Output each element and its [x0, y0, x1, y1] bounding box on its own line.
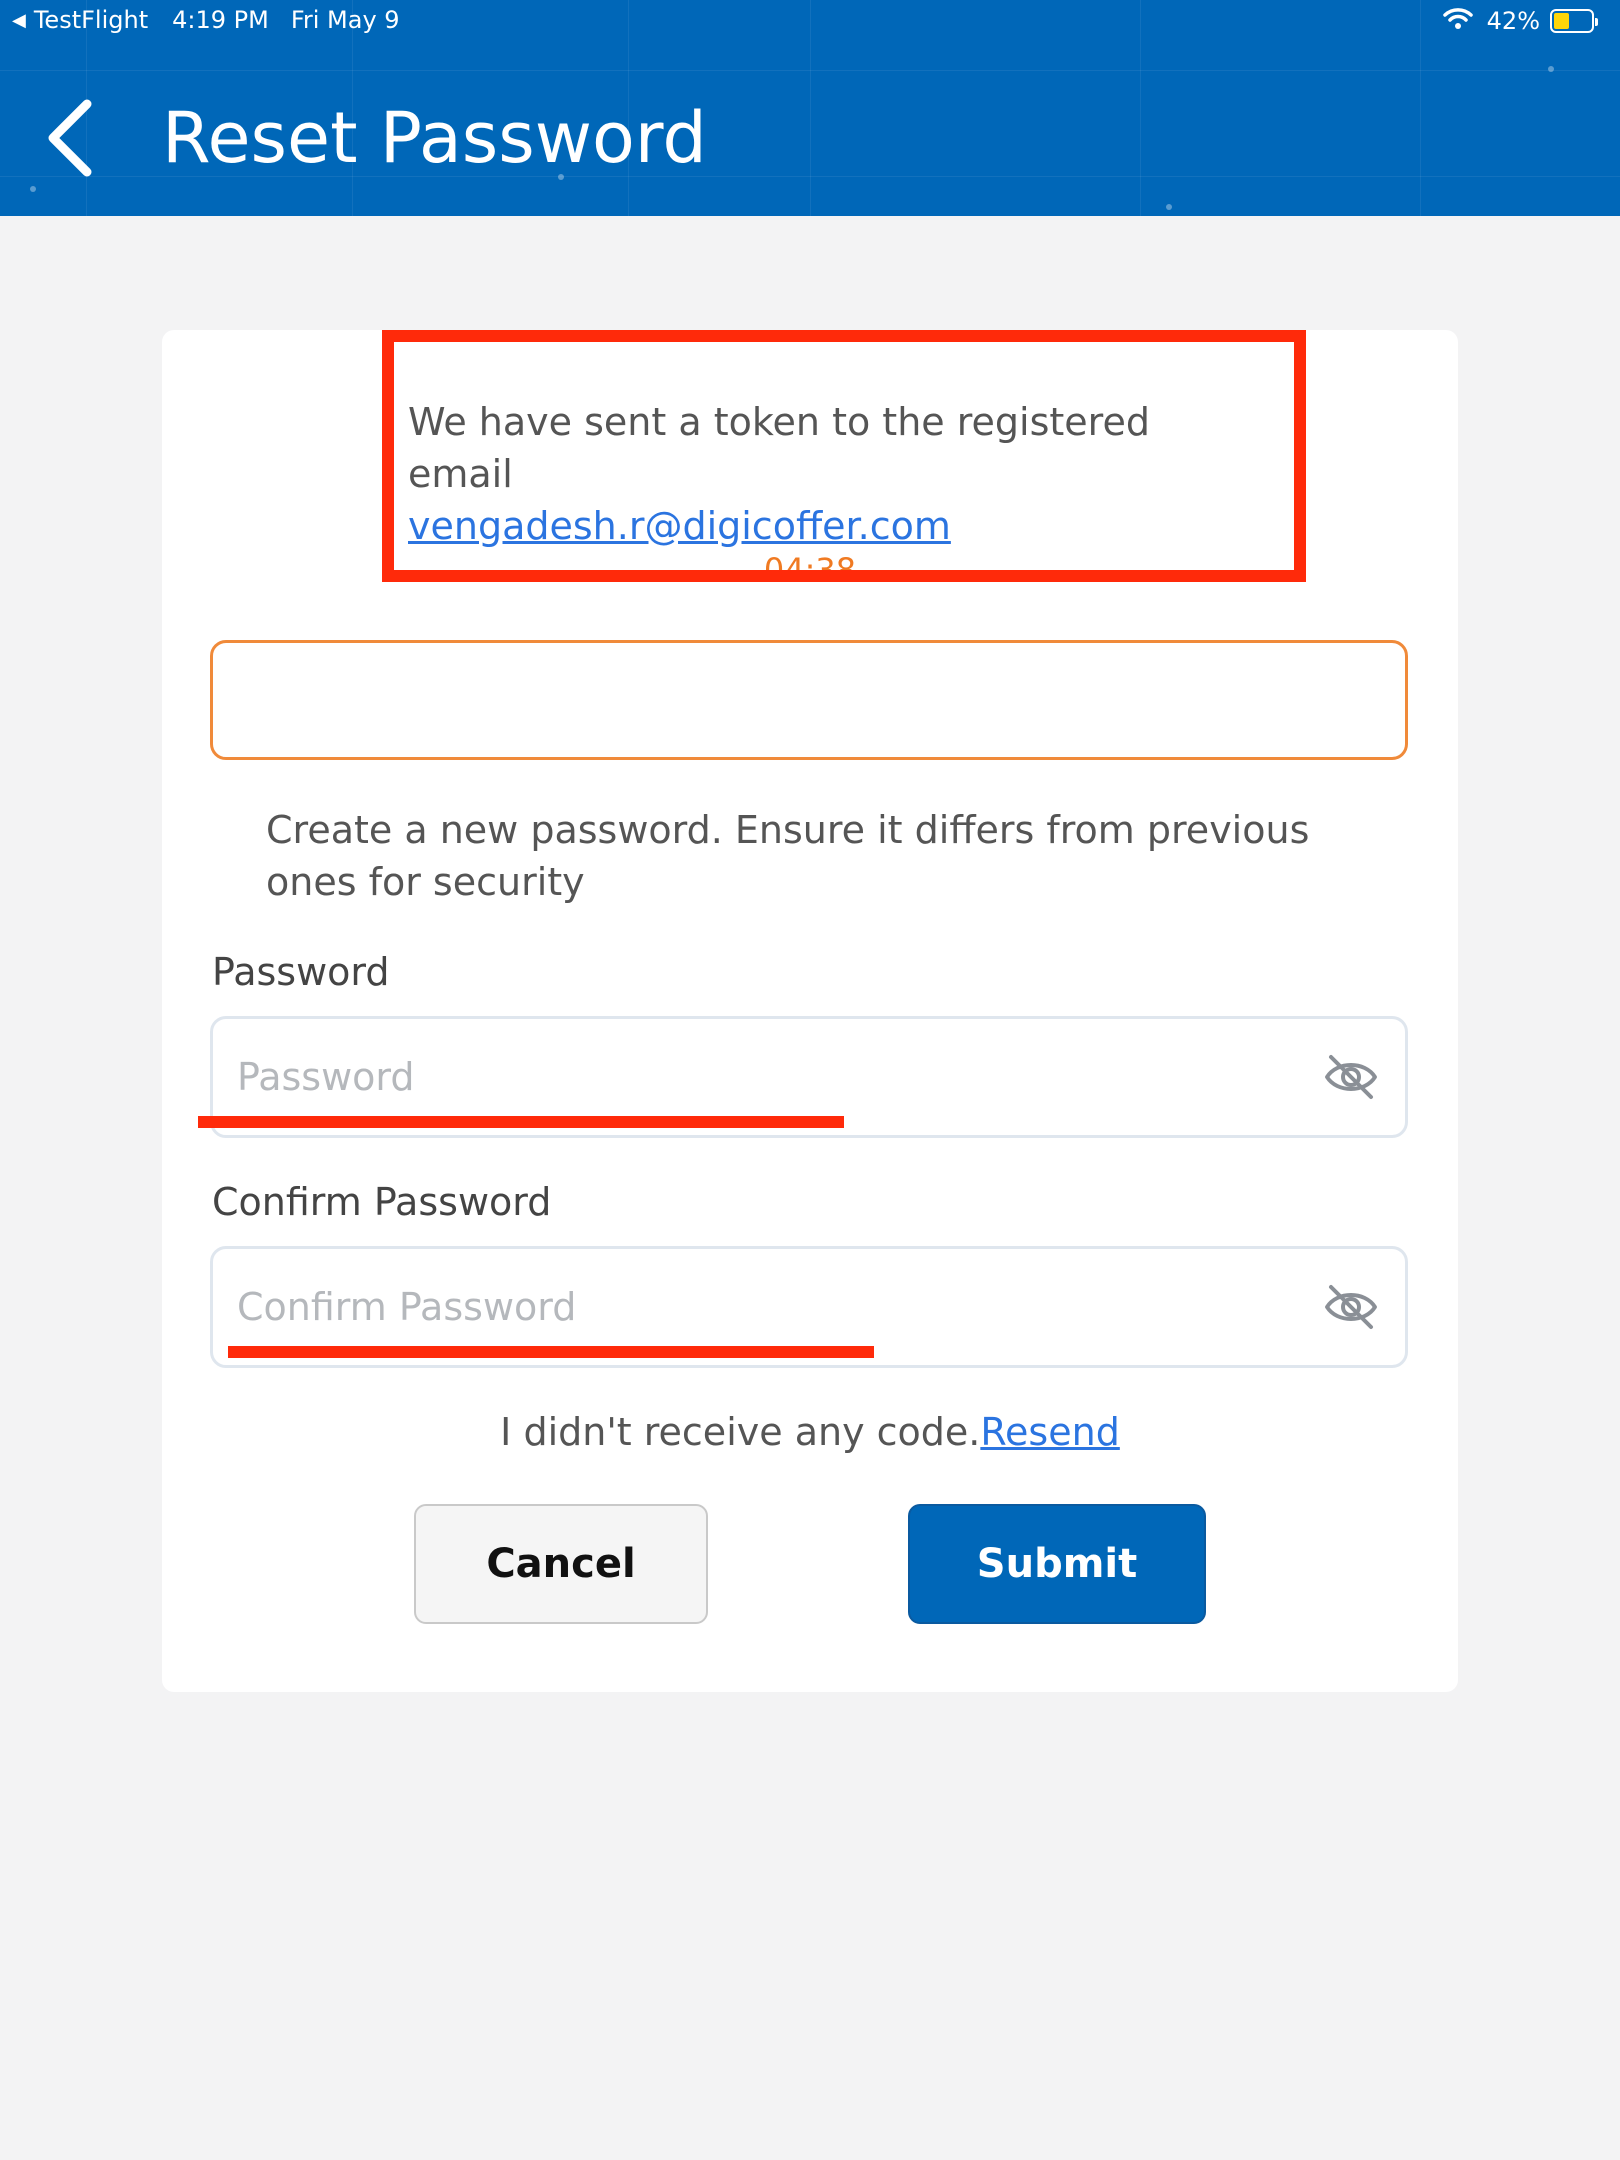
resend-text: I didn't receive any code.: [500, 1410, 981, 1454]
annotation-underline: [228, 1346, 874, 1358]
password-label: Password: [212, 950, 390, 994]
token-input[interactable]: [237, 643, 1377, 757]
header-pattern-line: [0, 70, 1620, 71]
battery-percent: 42%: [1486, 7, 1540, 35]
header-pattern-dot: [30, 186, 36, 192]
battery-fill: [1554, 13, 1570, 29]
cancel-button[interactable]: Cancel: [414, 1504, 708, 1624]
status-bar-right: 42%: [1442, 6, 1598, 36]
eye-off-icon[interactable]: [1323, 1281, 1379, 1333]
app-header: ◀ TestFlight 4:19 PM Fri May 9 42% Reset…: [0, 0, 1620, 216]
back-to-app-label[interactable]: TestFlight: [34, 6, 148, 34]
annotation-highlight-box: [382, 330, 1306, 582]
resend-prompt: I didn't receive any code.Resend: [0, 1410, 1620, 1454]
battery-icon: [1550, 9, 1598, 33]
resend-link[interactable]: Resend: [980, 1410, 1119, 1454]
back-to-app-icon[interactable]: ◀: [12, 10, 26, 31]
status-bar-left: ◀ TestFlight 4:19 PM Fri May 9: [12, 6, 400, 34]
back-button[interactable]: [40, 96, 100, 180]
header-pattern-dot: [1166, 204, 1172, 210]
annotation-underline: [198, 1116, 844, 1128]
confirm-password-label: Confirm Password: [212, 1180, 552, 1224]
page-title: Reset Password: [162, 97, 707, 179]
token-field[interactable]: [210, 640, 1408, 760]
status-date: Fri May 9: [290, 6, 400, 34]
submit-button[interactable]: Submit: [908, 1504, 1206, 1624]
wifi-icon: [1442, 6, 1473, 36]
password-instruction: Create a new password. Ensure it differs…: [266, 808, 1310, 904]
status-bar: ◀ TestFlight 4:19 PM Fri May 9 42%: [0, 0, 1620, 42]
status-time: 4:19 PM: [172, 6, 269, 34]
chevron-left-icon: [48, 99, 92, 177]
header-pattern-dot: [1548, 66, 1554, 72]
eye-off-icon[interactable]: [1323, 1051, 1379, 1103]
